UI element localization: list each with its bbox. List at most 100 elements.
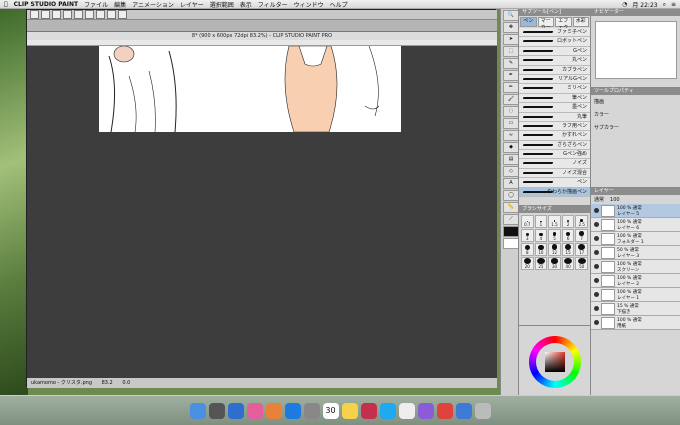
brush-item[interactable]: 丸ペン (519, 56, 590, 66)
clipstudio-icon[interactable] (398, 402, 415, 419)
redo-icon[interactable] (74, 10, 83, 19)
fill-tool-icon[interactable]: ◆ (503, 142, 519, 153)
trash-icon[interactable] (474, 402, 491, 419)
brush-size-option[interactable]: 15 (561, 243, 575, 256)
menu-window[interactable]: ウィンドウ (294, 0, 324, 9)
brush-item[interactable]: 丸筆 (519, 112, 590, 122)
wifi-icon[interactable]: ◔ (622, 1, 627, 8)
menu-help[interactable]: ヘルプ (330, 0, 348, 9)
brush-item[interactable]: かすれペン (519, 131, 590, 141)
visibility-eye-icon[interactable] (594, 222, 599, 227)
props-color-row[interactable]: カラー (591, 108, 680, 121)
chrome-icon[interactable] (436, 402, 453, 419)
brush-item[interactable]: 墨ペン (519, 103, 590, 113)
brush-item[interactable]: やわらか描画ペン (519, 187, 590, 198)
brush-size-option[interactable]: 4 (534, 229, 548, 242)
brush-item[interactable]: ラフ用ペン (519, 121, 590, 132)
clock[interactable]: 月 22:23 (632, 0, 657, 9)
brush-item[interactable]: ノイズ混合 (519, 168, 590, 179)
brush-item[interactable]: ノイズ (519, 159, 590, 169)
menu-view[interactable]: 表示 (240, 0, 252, 9)
brush-size-option[interactable]: 50 (575, 257, 588, 270)
clear-icon[interactable] (85, 10, 94, 19)
skype-icon[interactable] (379, 402, 396, 419)
move-tool-icon[interactable]: ✥ (503, 22, 519, 33)
folder-icon[interactable] (455, 402, 472, 419)
appstore-icon[interactable] (284, 402, 301, 419)
apple-menu-icon[interactable]:  (4, 1, 8, 8)
brush-size-option[interactable]: 2 (561, 215, 575, 228)
canvas-paper[interactable] (99, 46, 401, 132)
menu-animation[interactable]: アニメーション (132, 0, 174, 9)
blend-tool-icon[interactable]: ≈ (503, 130, 519, 141)
visibility-eye-icon[interactable] (594, 320, 599, 325)
snap-icon[interactable] (118, 10, 127, 19)
layer-row[interactable]: 100 % 通常 レイヤー 1 (591, 288, 680, 302)
layer-row[interactable]: 100 % 通常 スクリーン (591, 260, 680, 274)
visibility-eye-icon[interactable] (594, 278, 599, 283)
canvas-area[interactable] (27, 46, 497, 386)
selection-tool-icon[interactable]: ⬚ (503, 46, 519, 57)
layer-row[interactable]: 100 % 通常 用紙 (591, 316, 680, 330)
transform-icon[interactable] (96, 10, 105, 19)
gradient-tool-icon[interactable]: ▤ (503, 154, 519, 165)
brush-size-option[interactable]: 17 (575, 243, 588, 256)
status-zoom[interactable]: 83.2 (102, 380, 113, 386)
open-file-icon[interactable] (41, 10, 50, 19)
layer-row[interactable]: 100 % 通常 レイヤー 6 (591, 218, 680, 232)
spotlight-icon[interactable]: ⌕ (663, 1, 666, 9)
brush-item[interactable]: ロボットペン (519, 37, 590, 47)
props-sub-row[interactable]: サブカラー (591, 121, 680, 134)
brush-size-option[interactable]: 30 (548, 257, 561, 270)
brush-size-option[interactable]: 7 (575, 229, 588, 242)
discord-icon[interactable] (417, 402, 434, 419)
layer-row[interactable]: 100 % 通常 フォルダー 1 (591, 232, 680, 246)
photos-icon[interactable] (360, 402, 377, 419)
new-file-icon[interactable] (30, 10, 39, 19)
sub-color-swatch[interactable] (503, 238, 519, 249)
zoom-tool-icon[interactable]: 🔍 (503, 10, 519, 21)
deselect-icon[interactable] (107, 10, 116, 19)
layer-row[interactable]: 100 % 通常 レイヤー 5 (591, 204, 680, 218)
visibility-eye-icon[interactable] (594, 236, 599, 241)
tab-pen[interactable]: ペン (520, 17, 537, 27)
visibility-eye-icon[interactable] (594, 264, 599, 269)
notes-icon[interactable] (341, 402, 358, 419)
eraser-tool-icon[interactable]: ▭ (503, 118, 519, 129)
menu-selection[interactable]: 選択範囲 (210, 0, 234, 9)
eyedropper-tool-icon[interactable]: ✎ (503, 58, 519, 69)
brush-size-option[interactable]: 1.5 (548, 215, 561, 228)
brush-size-option[interactable]: 5 (548, 229, 561, 242)
ibooks-icon[interactable] (265, 402, 282, 419)
main-color-swatch[interactable] (503, 226, 519, 237)
layer-row[interactable]: 15 % 通常 下描き (591, 302, 680, 316)
airbrush-tool-icon[interactable]: ◌ (503, 106, 519, 117)
tab-marker[interactable]: マーカー (537, 17, 554, 31)
brush-item[interactable]: 筆ペン (519, 93, 590, 104)
tab-effect[interactable]: エフェクト (555, 17, 572, 38)
saturation-square[interactable] (545, 352, 565, 372)
color-wheel[interactable] (529, 336, 581, 388)
pen-tool-icon[interactable]: ✒ (503, 70, 519, 81)
visibility-eye-icon[interactable] (594, 306, 599, 311)
brush-tool-icon[interactable]: 🖌 (503, 94, 519, 105)
menu-filter[interactable]: フィルター (258, 0, 288, 9)
brush-size-option[interactable]: 40 (561, 257, 575, 270)
layer-row[interactable]: 100 % 通常 レイヤー 2 (591, 274, 680, 288)
notification-icon[interactable]: ≡ (671, 1, 676, 8)
brush-item[interactable]: ミリペン (519, 84, 590, 94)
balloon-tool-icon[interactable]: ◯ (503, 190, 519, 201)
app-menu[interactable]: CLIP STUDIO PAINT (14, 1, 78, 8)
save-icon[interactable] (52, 10, 61, 19)
finder-icon[interactable] (189, 402, 206, 419)
ruler-tool-icon[interactable]: 📏 (503, 202, 519, 213)
layer-row[interactable]: 50 % 通常 レイヤー 3 (591, 246, 680, 260)
brush-item[interactable]: リアルGペン (519, 74, 590, 85)
correct-line-tool-icon[interactable]: ⟋ (503, 214, 519, 225)
brush-item[interactable]: ペン (519, 178, 590, 188)
preferences-icon[interactable] (303, 402, 320, 419)
brush-item[interactable]: カブラペン (519, 65, 590, 75)
brush-size-option[interactable]: 1 (534, 215, 548, 228)
safari-icon[interactable] (227, 402, 244, 419)
brush-size-option[interactable]: 8 (521, 243, 534, 256)
